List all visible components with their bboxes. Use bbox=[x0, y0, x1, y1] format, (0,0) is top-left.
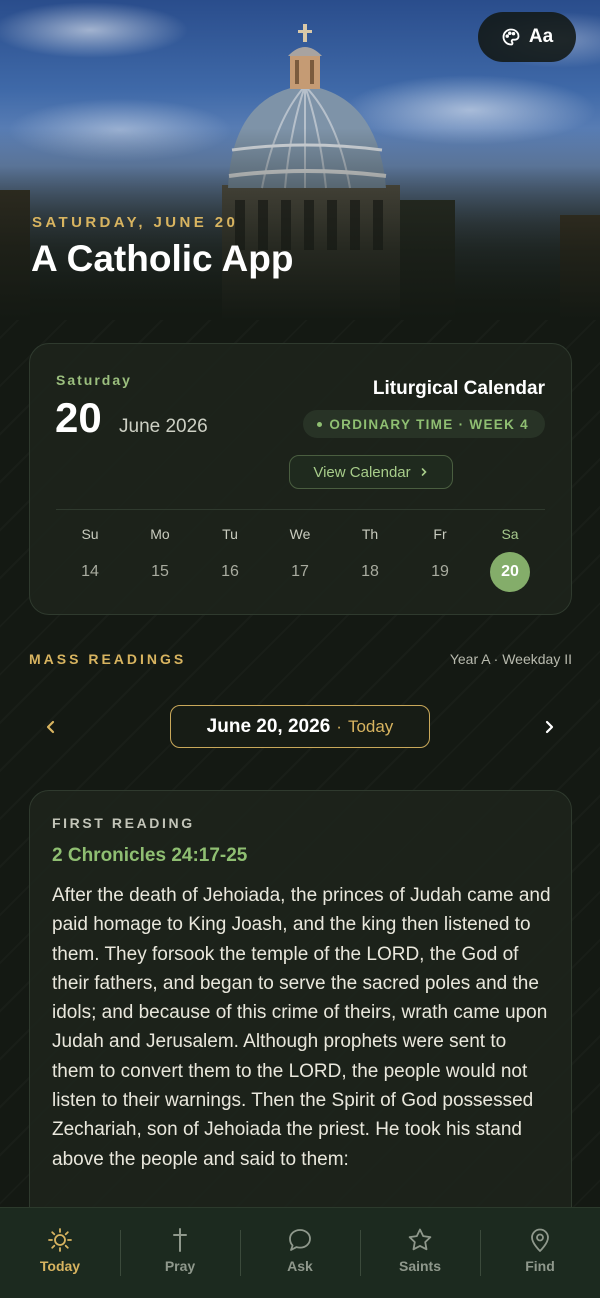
chat-bubble-icon bbox=[289, 1229, 311, 1251]
liturgical-calendar-card: Saturday 20 June 2026 Liturgical Calenda… bbox=[29, 343, 572, 615]
week-day-sunday[interactable]: Su 14 bbox=[60, 524, 120, 592]
week-strip: Su 14 Mo 15 Tu 16 We 17 Th 18 Fr 19 Sa 2… bbox=[55, 524, 548, 594]
sun-icon bbox=[48, 1228, 72, 1252]
week-day-number: 15 bbox=[151, 563, 169, 580]
chevron-right-icon bbox=[421, 468, 427, 476]
nav-tab-pray[interactable]: Pray bbox=[120, 1208, 240, 1298]
week-day-number: 16 bbox=[221, 563, 239, 580]
week-day-label: Su bbox=[81, 526, 99, 542]
week-day-friday[interactable]: Fr 19 bbox=[410, 524, 470, 592]
week-day-saturday-selected[interactable]: Sa 20 bbox=[480, 524, 540, 592]
week-day-label: Th bbox=[361, 526, 379, 542]
liturgical-calendar-title: Liturgical Calendar bbox=[372, 378, 545, 399]
week-day-thursday[interactable]: Th 18 bbox=[340, 524, 400, 592]
week-day-label: Tu bbox=[222, 526, 238, 542]
view-calendar-label: View Calendar bbox=[313, 463, 411, 481]
theme-button-label: Aa bbox=[528, 26, 554, 47]
week-day-tuesday[interactable]: Tu 16 bbox=[200, 524, 260, 592]
week-day-number: 14 bbox=[81, 563, 99, 580]
hero-date-label: SATURDAY, JUNE 20 bbox=[32, 214, 239, 231]
first-reading-card: FIRST READING 2 Chronicles 24:17-25 Afte… bbox=[29, 790, 572, 1250]
bottom-navigation: Today Pray Ask Saints Find bbox=[0, 1207, 600, 1298]
week-day-label: Fr bbox=[433, 526, 447, 542]
view-calendar-button[interactable]: View Calendar bbox=[289, 455, 453, 489]
calendar-day-number: 20 bbox=[55, 394, 102, 441]
reading-date-selector[interactable]: June 20, 2026 · Today bbox=[170, 705, 430, 748]
week-day-number: 20 bbox=[490, 552, 530, 592]
season-label: ORDINARY TIME · WEEK 4 bbox=[329, 416, 529, 432]
week-day-number: 19 bbox=[431, 563, 449, 580]
liturgical-season-badge: ORDINARY TIME · WEEK 4 bbox=[303, 410, 545, 438]
next-day-button[interactable] bbox=[534, 712, 564, 742]
nav-tab-today[interactable]: Today bbox=[0, 1208, 120, 1298]
nav-label: Pray bbox=[164, 1258, 196, 1274]
week-day-label: We bbox=[289, 526, 311, 542]
reading-text: After the death of Jehoiada, the princes… bbox=[52, 885, 551, 1170]
chevron-right-icon bbox=[545, 720, 554, 734]
mass-readings-heading: MASS READINGS bbox=[29, 651, 187, 667]
nav-label: Find bbox=[525, 1258, 555, 1274]
nav-tab-find[interactable]: Find bbox=[480, 1208, 600, 1298]
lectionary-cycle: Year A · Weekday II bbox=[449, 651, 572, 667]
week-day-monday[interactable]: Mo 15 bbox=[130, 524, 190, 592]
reading-date: June 20, 2026 bbox=[206, 715, 331, 737]
chevron-left-icon bbox=[46, 720, 55, 734]
week-day-number: 18 bbox=[361, 563, 379, 580]
calendar-month-year: June 2026 bbox=[119, 416, 208, 437]
nav-label: Today bbox=[39, 1258, 81, 1274]
star-icon bbox=[408, 1228, 432, 1251]
hero-banner: Aa SATURDAY, JUNE 20 A Catholic App bbox=[0, 0, 600, 320]
nav-label: Saints bbox=[398, 1258, 441, 1274]
calendar-weekday: Saturday bbox=[56, 372, 132, 388]
week-day-label: Sa bbox=[501, 526, 519, 542]
map-pin-icon bbox=[531, 1228, 549, 1252]
calendar-divider bbox=[56, 509, 545, 510]
today-label: Today bbox=[347, 716, 394, 736]
reading-label: FIRST READING bbox=[52, 815, 195, 831]
cross-icon bbox=[173, 1228, 187, 1252]
date-separator: · bbox=[336, 716, 342, 736]
palette-icon bbox=[502, 28, 520, 46]
season-dot-icon bbox=[317, 421, 323, 427]
week-day-number: 17 bbox=[291, 563, 309, 580]
nav-tab-saints[interactable]: Saints bbox=[360, 1208, 480, 1298]
previous-day-button[interactable] bbox=[36, 712, 66, 742]
week-day-label: Mo bbox=[150, 526, 170, 542]
theme-font-button[interactable]: Aa bbox=[478, 12, 576, 62]
week-day-wednesday[interactable]: We 17 bbox=[270, 524, 330, 592]
app-title: A Catholic App bbox=[31, 238, 294, 279]
reading-reference[interactable]: 2 Chronicles 24:17-25 bbox=[52, 845, 247, 867]
nav-label: Ask bbox=[287, 1258, 313, 1274]
nav-tab-ask[interactable]: Ask bbox=[240, 1208, 360, 1298]
